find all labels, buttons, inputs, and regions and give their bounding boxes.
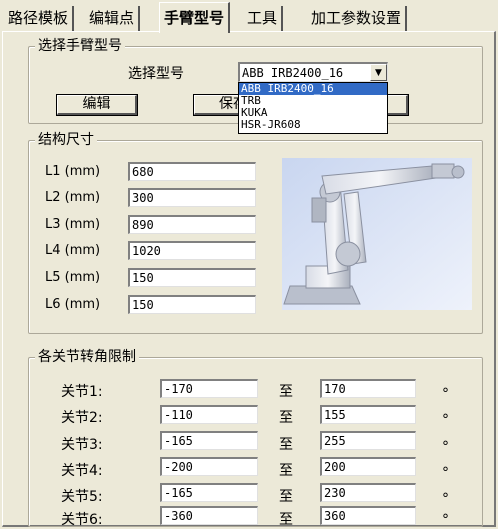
joint-min-field-6[interactable]: -360: [160, 506, 258, 525]
joint-min-field-3[interactable]: -165: [160, 431, 258, 450]
joint-max-field-1[interactable]: 170: [320, 379, 416, 398]
joint-limits-legend: 各关节转角限制: [35, 348, 139, 366]
joint-label-5: 关节5:: [61, 489, 103, 505]
tab-edit-points[interactable]: 编辑点: [85, 6, 141, 31]
joint-to-label: 至: [279, 384, 293, 400]
dim-field-l3[interactable]: 890: [128, 215, 256, 234]
dim-label-l2: L2 (mm): [45, 190, 101, 205]
degree-unit: °: [442, 512, 449, 528]
select-model-label: 选择型号: [128, 66, 184, 82]
tab-path-template[interactable]: 路径模板: [4, 6, 75, 31]
tab-machining-params[interactable]: 加工参数设置: [307, 6, 408, 31]
dim-label-l5: L5 (mm): [45, 270, 101, 285]
dim-field-l4[interactable]: 1020: [128, 241, 256, 260]
model-select[interactable]: ABB IRB2400_16 ▼: [238, 62, 388, 82]
dim-label-l4: L4 (mm): [45, 243, 101, 258]
dim-field-l1[interactable]: 680: [128, 162, 256, 181]
joint-min-field-2[interactable]: -110: [160, 405, 258, 424]
joint-to-label: 至: [279, 437, 293, 453]
joint-to-label: 至: [279, 410, 293, 426]
joint-max-field-6[interactable]: 360: [320, 506, 416, 525]
joint-to-label: 至: [279, 489, 293, 505]
dim-label-l6: L6 (mm): [45, 297, 101, 312]
chevron-down-icon[interactable]: ▼: [370, 64, 387, 81]
robot-arm-image: [282, 158, 472, 310]
joint-min-field-1[interactable]: -170: [160, 379, 258, 398]
joint-to-label: 至: [279, 512, 293, 528]
joint-max-field-5[interactable]: 230: [320, 483, 416, 502]
dim-field-l2[interactable]: 300: [128, 188, 256, 207]
degree-unit: °: [442, 412, 449, 428]
edit-button[interactable]: 编辑: [56, 94, 138, 116]
tab-bar: 路径模板 编辑点 手臂型号 工具 加工参数设置: [0, 0, 498, 33]
dropdown-option[interactable]: HSR-JR608: [239, 119, 387, 131]
dim-field-l6[interactable]: 150: [128, 295, 256, 314]
joint-label-6: 关节6:: [61, 512, 103, 528]
joint-to-label: 至: [279, 463, 293, 479]
degree-unit: °: [442, 491, 449, 507]
joint-label-1: 关节1:: [61, 384, 103, 400]
dimensions-legend: 结构尺寸: [35, 131, 97, 149]
joint-min-field-4[interactable]: -200: [160, 457, 258, 476]
joint-min-field-5[interactable]: -165: [160, 483, 258, 502]
joint-max-field-2[interactable]: 155: [320, 405, 416, 424]
tab-arm-model[interactable]: 手臂型号: [159, 2, 231, 33]
joint-max-field-3[interactable]: 255: [320, 431, 416, 450]
dropdown-option[interactable]: ABB IRB2400_16: [239, 83, 387, 95]
degree-unit: °: [442, 386, 449, 402]
joint-max-field-4[interactable]: 200: [320, 457, 416, 476]
joint-label-3: 关节3:: [61, 437, 103, 453]
model-select-value: ABB IRB2400_16: [242, 66, 344, 80]
dim-label-l3: L3 (mm): [45, 217, 101, 232]
select-arm-legend: 选择手臂型号: [35, 37, 125, 55]
joint-label-4: 关节4:: [61, 463, 103, 479]
tab-tools[interactable]: 工具: [243, 6, 284, 31]
degree-unit: °: [442, 439, 449, 455]
dim-label-l1: L1 (mm): [45, 164, 101, 179]
dim-field-l5[interactable]: 150: [128, 268, 256, 287]
model-dropdown-list: ABB IRB2400_16 TRB KUKA HSR-JR608: [238, 82, 388, 134]
degree-unit: °: [442, 465, 449, 481]
joint-label-2: 关节2:: [61, 410, 103, 426]
